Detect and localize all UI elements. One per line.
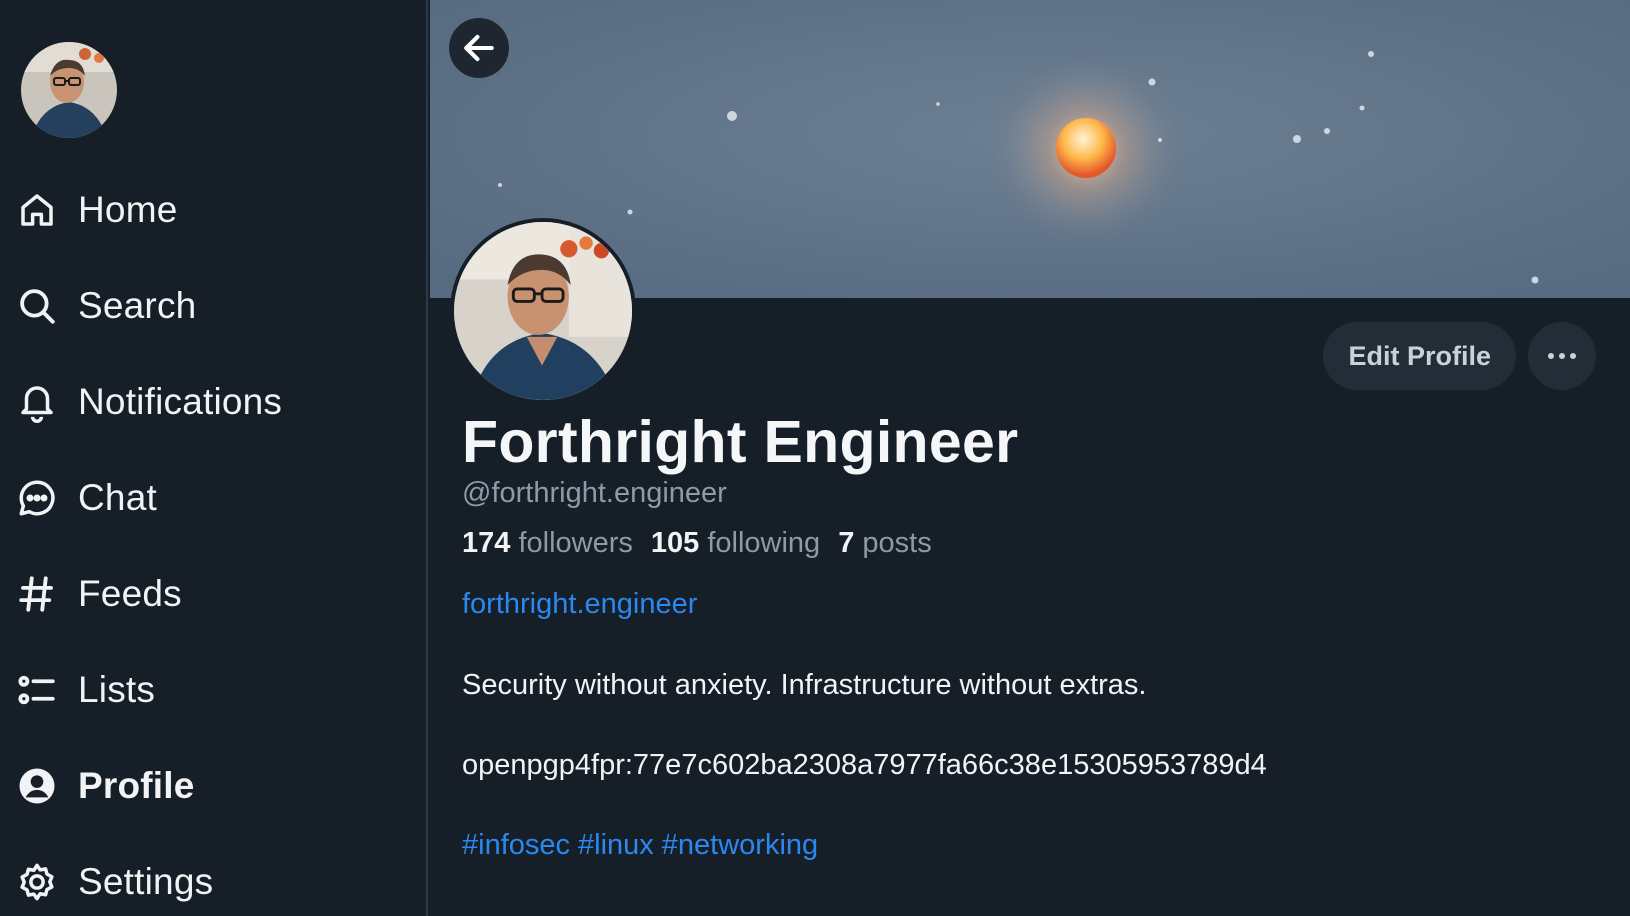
gear-icon (16, 861, 58, 903)
profile-avatar[interactable] (450, 218, 636, 404)
nav-label: Settings (78, 861, 214, 902)
bio-text: Security without anxiety. Infrastructure… (462, 669, 1147, 701)
profile-handle: @forthright.engineer (462, 477, 727, 509)
nav-item-lists[interactable]: Lists (0, 642, 428, 738)
posts-count: 7 (838, 527, 855, 559)
nav-label: Lists (78, 669, 156, 710)
nav-item-notifications[interactable]: Notifications (0, 354, 428, 450)
nav-label: Notifications (78, 381, 283, 422)
search-icon (16, 285, 58, 327)
profile-view: Edit Profile Forthright Engineer @forthr… (430, 0, 1630, 916)
main-nav: Home Search Notifications Chat Feeds Lis… (0, 162, 428, 916)
chat-bubble-icon (16, 477, 58, 519)
bio-fingerprint: openpgp4fpr:77e7c602ba2308a7977fa66c38e1… (462, 749, 1267, 781)
nav-item-home[interactable]: Home (0, 162, 428, 258)
nav-label: Home (78, 189, 178, 230)
more-options-button[interactable] (1528, 322, 1596, 390)
nav-item-settings[interactable]: Settings (0, 834, 428, 916)
nav-item-chat[interactable]: Chat (0, 450, 428, 546)
app-root: Home Search Notifications Chat Feeds Lis… (0, 0, 1630, 916)
nav-label: Profile (78, 765, 195, 806)
nav-item-profile[interactable]: Profile (0, 738, 428, 834)
arrow-left-icon (464, 34, 494, 62)
nav-item-feeds[interactable]: Feeds (0, 546, 428, 642)
sidebar: Home Search Notifications Chat Feeds Lis… (0, 0, 428, 916)
list-icon (16, 669, 58, 711)
following-count: 105 (650, 527, 700, 559)
followers-count: 174 (462, 527, 511, 559)
nav-label: Chat (78, 477, 157, 518)
following-stat[interactable]: 105 following (651, 527, 820, 560)
bio-hashtags: #infosec #linux #networking (462, 829, 818, 862)
ellipsis-icon (1548, 353, 1576, 359)
user-circle-icon (16, 765, 58, 807)
back-button[interactable] (449, 18, 509, 78)
home-icon (16, 189, 58, 231)
hashtag-link[interactable]: #infosec (462, 829, 570, 862)
display-name: Forthright Engineer (462, 409, 1019, 475)
profile-actions: Edit Profile (1323, 322, 1596, 390)
sidebar-avatar[interactable] (21, 42, 117, 138)
hash-icon (16, 573, 58, 615)
nav-label: Feeds (78, 573, 182, 614)
nav-item-search[interactable]: Search (0, 258, 428, 354)
nav-label: Search (78, 285, 197, 326)
hashtag-link[interactable]: #networking (662, 829, 818, 862)
profile-stats: 174 followers 105 following 7 posts (462, 527, 932, 560)
bell-icon (16, 381, 58, 423)
hashtag-link[interactable]: #linux (578, 829, 654, 862)
followers-stat[interactable]: 174 followers (462, 527, 633, 560)
following-label: following (707, 527, 821, 559)
posts-label: posts (862, 527, 932, 559)
posts-stat: 7 posts (838, 527, 932, 560)
edit-profile-button[interactable]: Edit Profile (1323, 322, 1516, 390)
website-link[interactable]: forthright.engineer (462, 588, 697, 621)
followers-label: followers (518, 527, 633, 559)
